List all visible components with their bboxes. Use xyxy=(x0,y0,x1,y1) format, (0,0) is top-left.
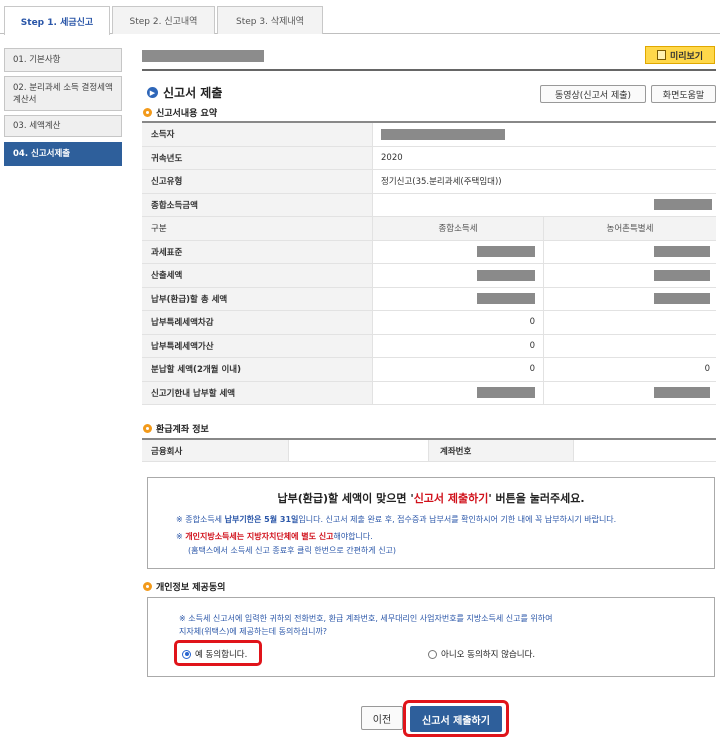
step-tabs: Step 1. 세금신고 Step 2. 신고내역 Step 3. 삭제내역 xyxy=(0,0,720,35)
row-value xyxy=(372,123,716,146)
redacted-name xyxy=(142,50,264,62)
sidebar-item-submit[interactable]: 04. 신고서제출 xyxy=(4,142,122,166)
consent-box: ※ 소득세 신고서에 입력한 귀하의 전화번호, 환급 계좌번호, 세무대리인 … xyxy=(147,597,715,677)
table-row: 분납할 세액(2개월 이내) 0 0 xyxy=(142,358,716,382)
help-button[interactable]: 화면도움말 xyxy=(651,85,716,103)
summary-table: 소득자 귀속년도 2020 신고유형 정기신고(35.분리과세(주택임대)) 종… xyxy=(142,121,716,405)
table-row: 소득자 xyxy=(142,123,716,147)
video-button[interactable]: 동영상(신고서 제출) xyxy=(540,85,646,103)
row-value: 0 xyxy=(372,358,543,381)
tab-step2[interactable]: Step 2. 신고내역 xyxy=(112,6,215,34)
table-row: 신고유형 정기신고(35.분리과세(주택임대)) xyxy=(142,170,716,194)
bank-label: 금융회사 xyxy=(142,440,288,461)
row-label: 과세표준 xyxy=(142,240,372,263)
row-value xyxy=(372,381,543,404)
row-value xyxy=(543,287,716,310)
row-label: 산출세액 xyxy=(142,264,372,287)
arrow-right-icon: ▶ xyxy=(147,87,158,98)
refund-title: 환급계좌 정보 xyxy=(143,422,209,435)
row-label: 납부(환급)할 총 세액 xyxy=(142,287,372,310)
summary-title: 신고서내용 요약 xyxy=(143,106,217,119)
refund-table: 금융회사 계좌번호 xyxy=(142,438,716,462)
bullet-icon xyxy=(143,424,152,433)
redacted-value xyxy=(654,387,710,399)
row-value: 0 xyxy=(543,358,716,381)
redacted-value xyxy=(477,269,535,281)
notice-line: (홈택스에서 소득세 신고 종료후 클릭 한번으로 간편하게 신고) xyxy=(188,546,397,555)
row-value xyxy=(543,311,716,334)
radio-disagree[interactable] xyxy=(428,649,437,659)
row-value xyxy=(372,240,543,263)
row-value: 0 xyxy=(372,334,543,357)
table-row: 신고기한내 납부할 세액 xyxy=(142,381,716,405)
redacted-value xyxy=(654,269,710,281)
sidebar-item-separate-tax[interactable]: 02. 분리과세 소득 결정세액 계산서 xyxy=(4,76,122,111)
row-value xyxy=(543,381,716,404)
account-value xyxy=(573,440,716,461)
consent-disagree-option[interactable]: 아니오 동의하지 않습니다. xyxy=(428,648,535,660)
row-label: 신고기한내 납부할 세액 xyxy=(142,381,372,404)
table-row: 납부특례세액차감 0 xyxy=(142,311,716,335)
preview-label: 미리보기 xyxy=(669,51,704,62)
row-value xyxy=(543,240,716,263)
col-header: 종합소득세 xyxy=(372,217,543,240)
table-row: 산출세액 xyxy=(142,264,716,288)
row-label: 종합소득금액 xyxy=(142,193,372,216)
preview-button[interactable]: 미리보기 xyxy=(645,46,715,64)
table-header-row: 구분 종합소득세 농어촌특별세 xyxy=(142,217,716,241)
bank-value xyxy=(288,440,428,461)
page-title: 신고서 제출 xyxy=(163,86,223,100)
row-value: 0 xyxy=(372,311,543,334)
table-row: 귀속년도 2020 xyxy=(142,146,716,170)
row-value xyxy=(372,264,543,287)
col-header: 구분 xyxy=(142,217,372,240)
row-value xyxy=(543,264,716,287)
redacted-value xyxy=(654,199,712,211)
row-label: 소득자 xyxy=(142,123,372,146)
sidebar-item-basic[interactable]: 01. 기본사항 xyxy=(4,48,122,72)
row-label: 납부특례세액가산 xyxy=(142,334,372,357)
bullet-icon xyxy=(143,108,152,117)
row-label: 신고유형 xyxy=(142,170,372,193)
submit-notice-box: 납부(환급)할 세액이 맞으면 '신고서 제출하기' 버튼을 눌러주세요. ※ … xyxy=(147,477,715,569)
redacted-value xyxy=(477,246,535,258)
tab-step1[interactable]: Step 1. 세금신고 xyxy=(4,6,110,35)
consent-title: 개인정보 제공동의 xyxy=(143,580,225,593)
sidebar-item-tax-calc[interactable]: 03. 세액계산 xyxy=(4,115,122,137)
table-row: 납부특례세액가산 0 xyxy=(142,334,716,358)
redacted-value xyxy=(654,293,710,305)
consent-text: ※ 소득세 신고서에 입력한 귀하의 전화번호, 환급 계좌번호, 세무대리인 … xyxy=(179,614,553,636)
notice-line: ※ 종합소득세 납부기한은 5월 31일입니다. 신고서 제출 완료 후, 접수… xyxy=(176,515,617,524)
row-value: 정기신고(35.분리과세(주택임대)) xyxy=(372,170,716,193)
redacted-value xyxy=(381,128,505,140)
prev-button[interactable]: 이전 xyxy=(361,706,403,730)
notice-headline: 납부(환급)할 세액이 맞으면 '신고서 제출하기' 버튼을 눌러주세요. xyxy=(277,492,585,505)
header-divider xyxy=(142,69,716,71)
row-label: 납부특례세액차감 xyxy=(142,311,372,334)
redacted-value xyxy=(477,293,535,305)
notice-line: ※ 개인지방소득세는 지방자치단체에 별도 신고해야합니다. xyxy=(176,532,373,541)
highlight-frame xyxy=(174,640,262,666)
table-row: 종합소득금액 xyxy=(142,193,716,217)
tab-step3[interactable]: Step 3. 삭제내역 xyxy=(217,6,323,34)
row-value xyxy=(372,193,716,216)
row-value xyxy=(543,334,716,357)
table-row: 과세표준 xyxy=(142,240,716,264)
row-value xyxy=(372,287,543,310)
table-row: 납부(환급)할 총 세액 xyxy=(142,287,716,311)
row-label: 귀속년도 xyxy=(142,146,372,169)
bullet-icon xyxy=(143,582,152,591)
redacted-value xyxy=(654,246,710,258)
row-value: 2020 xyxy=(372,146,716,169)
redacted-value xyxy=(477,387,535,399)
section-title: ▶ 신고서 제출 xyxy=(147,84,222,101)
document-icon xyxy=(656,50,666,60)
account-label: 계좌번호 xyxy=(428,440,573,461)
highlight-frame xyxy=(403,700,509,737)
col-header: 농어촌특별세 xyxy=(543,217,716,240)
row-label: 분납할 세액(2개월 이내) xyxy=(142,358,372,381)
